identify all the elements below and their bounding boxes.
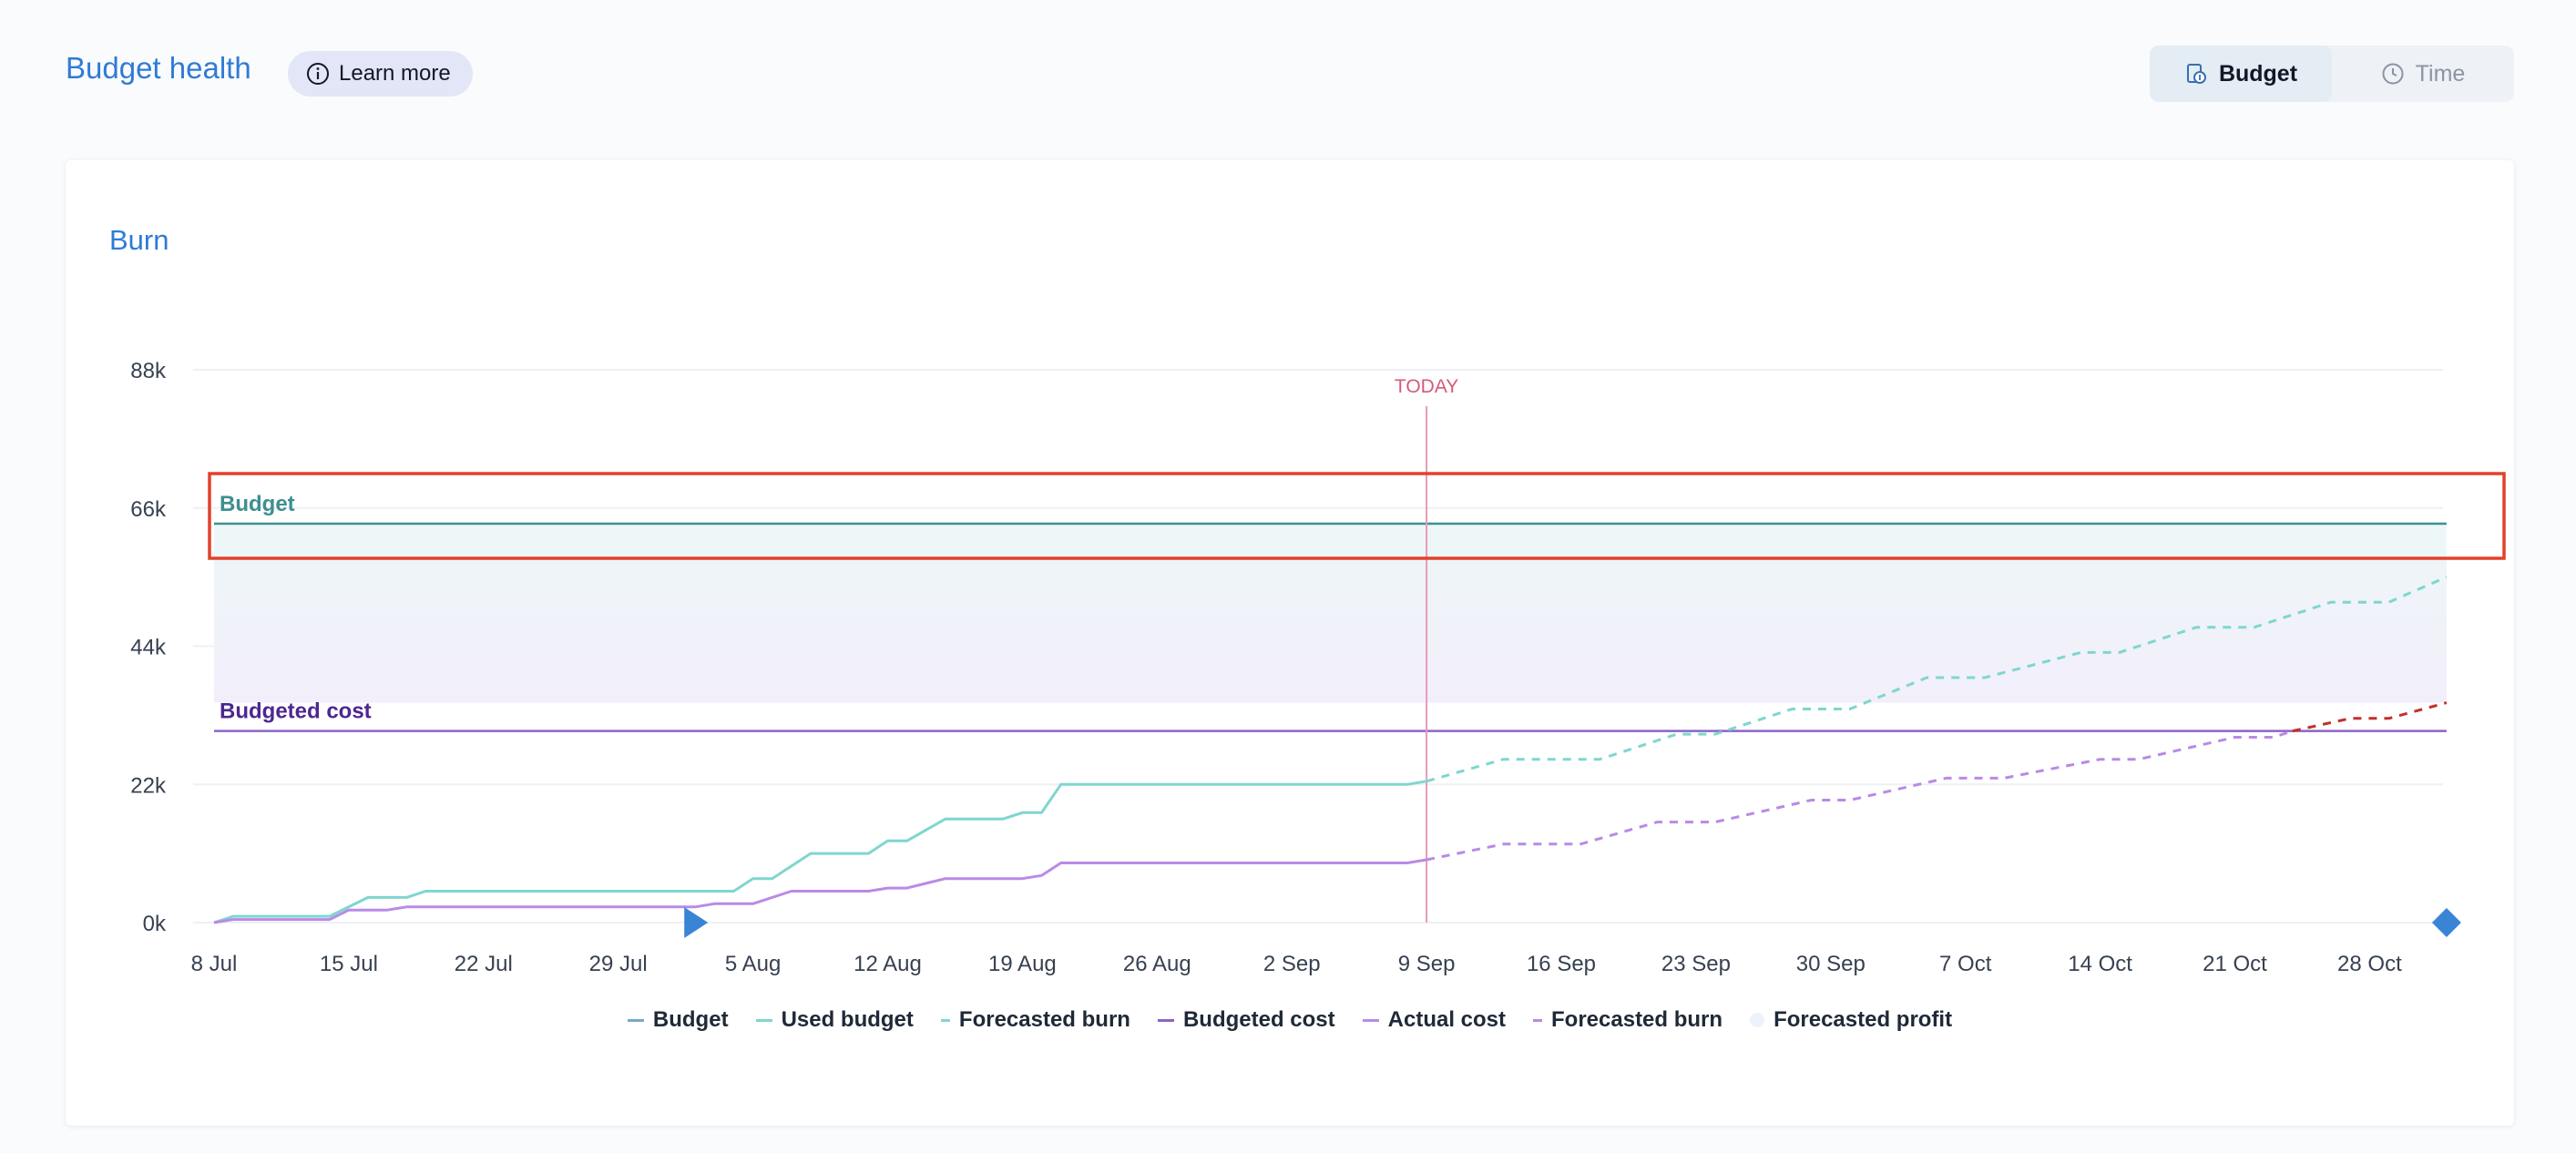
x-tick-label: 9 Sep — [1398, 952, 1456, 976]
legend-item[interactable]: Forecasted burn — [1533, 1007, 1722, 1033]
legend-label: Budgeted cost — [1182, 1007, 1335, 1032]
x-tick-label: 19 Aug — [988, 952, 1057, 976]
learn-more-label: Learn more — [339, 61, 451, 86]
legend-swatch — [1157, 1018, 1174, 1022]
legend-swatch — [627, 1018, 644, 1022]
money-icon — [2184, 62, 2208, 86]
page-title: Budget health — [66, 51, 251, 85]
legend-item[interactable]: Budget — [627, 1007, 729, 1033]
legend-label: Budget — [652, 1007, 729, 1032]
legend-label: Actual cost — [1387, 1007, 1507, 1032]
x-tick-label: 8 Jul — [191, 952, 238, 976]
x-tick-label: 14 Oct — [2068, 952, 2132, 976]
legend-item[interactable]: Used budget — [755, 1007, 914, 1033]
burn-card: Burn 0k 22k 44k 66k 88k 8 Jul 15 Jul 22 Jul 29 J… — [66, 160, 2514, 1126]
legend-label: Forecasted burn — [1551, 1007, 1723, 1032]
budgeted-cost-label: Budgeted cost — [220, 699, 372, 724]
y-tick-label: 22k — [130, 773, 167, 798]
legend-item[interactable]: Forecasted profit — [1750, 1007, 1952, 1033]
x-tick-label: 28 Oct — [2337, 952, 2402, 976]
y-tick-label: 0k — [143, 912, 167, 936]
x-tick-label: 21 Oct — [2203, 952, 2267, 976]
series-line-3 — [1426, 730, 2294, 862]
legend-label: Forecasted burn — [958, 1007, 1130, 1032]
series-line-2 — [213, 858, 1427, 924]
toggle-budget-label: Budget — [2218, 60, 2298, 87]
burn-chart: 0k 22k 44k 66k 88k 8 Jul 15 Jul 22 Jul 29 Jul 5 A… — [130, 359, 2506, 976]
budget-area — [214, 523, 2447, 556]
chart-legend: Budget Used budget Forecasted burn Budgeted… — [66, 1007, 2514, 1033]
y-tick-label: 66k — [130, 497, 167, 522]
legend-label: Forecasted profit — [1774, 1007, 1953, 1032]
legend-item[interactable]: Actual cost — [1362, 1007, 1507, 1033]
toggle-budget[interactable]: Budget — [2150, 46, 2332, 102]
x-tick-label: 16 Sep — [1527, 952, 1596, 976]
legend-swatch — [755, 1018, 772, 1022]
legend-label: Used budget — [781, 1007, 914, 1032]
x-tick-label: 7 Oct — [1939, 952, 1992, 976]
y-tick-label: 88k — [130, 359, 167, 383]
legend-swatch — [940, 1018, 950, 1022]
budget-line-label: Budget — [220, 492, 295, 516]
x-tick-label: 12 Aug — [854, 952, 922, 976]
toggle-time[interactable]: Time — [2332, 46, 2514, 102]
view-toggle: Budget Time — [2150, 46, 2514, 102]
series-line-0 — [213, 780, 1427, 924]
clock-icon — [2381, 62, 2405, 86]
legend-swatch — [1533, 1018, 1543, 1022]
x-tick-label: 5 Aug — [725, 952, 781, 976]
info-icon — [306, 62, 330, 86]
learn-more-button[interactable]: Learn more — [288, 51, 473, 97]
x-tick-label: 15 Jul — [320, 952, 378, 976]
legend-swatch — [1362, 1018, 1379, 1022]
x-tick-label: 23 Sep — [1661, 952, 1731, 976]
forecasted-profit-band — [214, 555, 2447, 703]
x-tick-label: 2 Sep — [1263, 952, 1321, 976]
x-tick-label: 29 Jul — [589, 952, 648, 976]
toggle-time-label: Time — [2415, 60, 2466, 87]
legend-swatch — [1750, 1013, 1765, 1027]
x-tick-label: 22 Jul — [455, 952, 513, 976]
x-tick-label: 30 Sep — [1796, 952, 1866, 976]
x-tick-label: 26 Aug — [1123, 952, 1191, 976]
legend-item[interactable]: Budgeted cost — [1157, 1007, 1335, 1033]
today-label: TODAY — [1395, 376, 1458, 397]
series-line-4 — [2292, 701, 2448, 733]
y-tick-label: 44k — [130, 636, 167, 660]
legend-item[interactable]: Forecasted burn — [940, 1007, 1130, 1033]
end-marker-icon — [2431, 908, 2461, 937]
start-marker-icon — [684, 907, 709, 938]
